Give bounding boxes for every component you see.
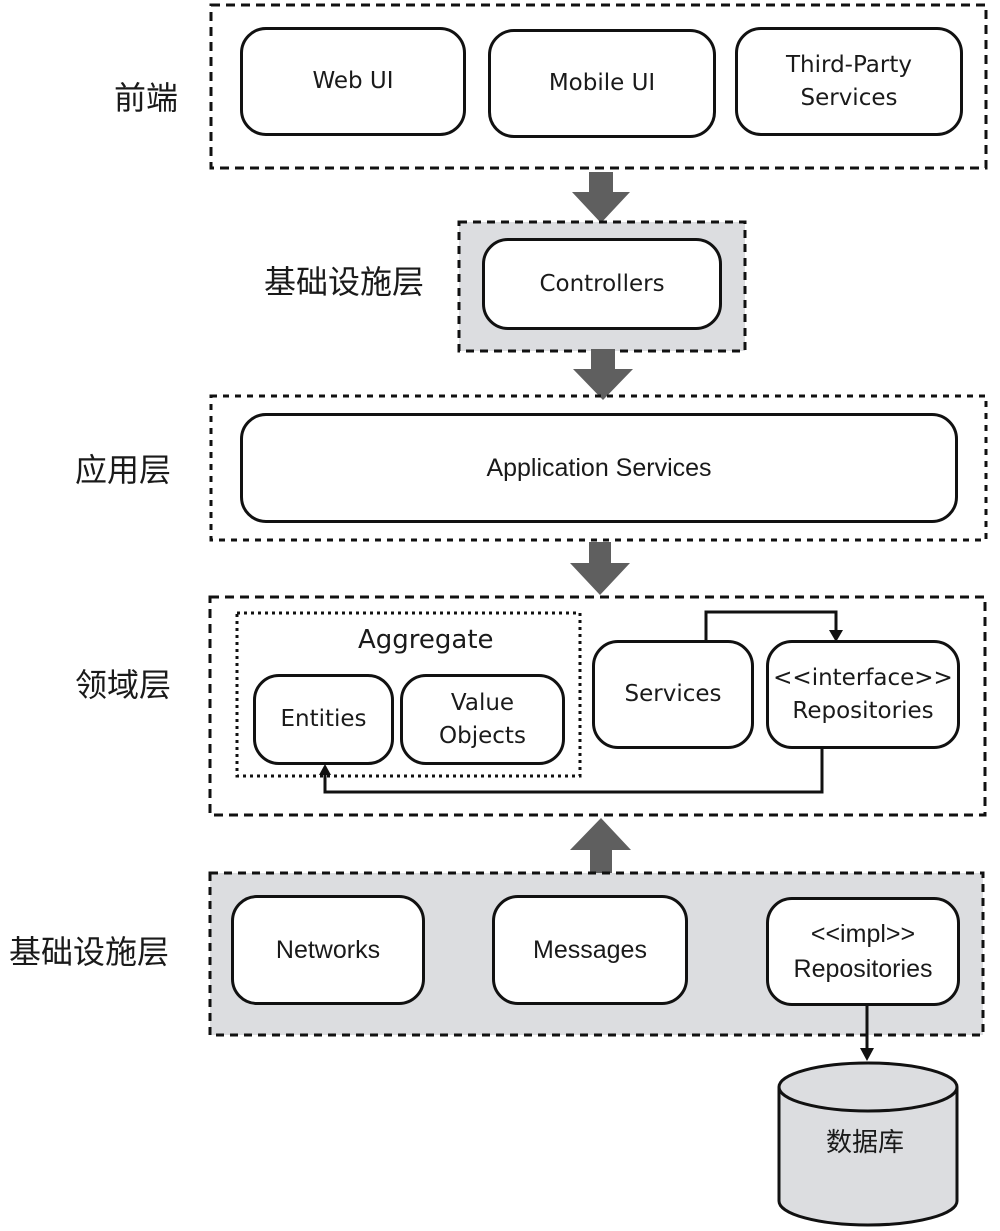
node-web-ui[interactable]: Web UI xyxy=(240,27,466,136)
node-networks[interactable]: Networks xyxy=(231,895,425,1005)
arrow-down-icon xyxy=(570,542,630,595)
node-domain-services[interactable]: Services xyxy=(592,640,754,749)
node-label: Networks xyxy=(275,935,381,964)
node-label-line-2: Repositories xyxy=(792,697,934,724)
node-label-line-2: Services xyxy=(800,84,898,111)
layer-label-frontend: 前端 xyxy=(114,79,179,117)
node-application-services[interactable]: Application Services xyxy=(240,413,958,523)
node-messages[interactable]: Messages xyxy=(492,895,688,1005)
database-label: 数据库 xyxy=(826,1128,905,1158)
arrow-down-icon xyxy=(572,172,630,223)
node-label: Mobile UI xyxy=(548,70,656,97)
arrow-down-icon xyxy=(573,349,633,400)
node-label: Web UI xyxy=(312,68,394,95)
arrowhead-icon xyxy=(319,764,331,775)
layer-label-domain: 领域层 xyxy=(75,666,172,704)
node-impl-repositories[interactable]: <<impl>> Repositories xyxy=(766,897,960,1006)
node-label: Services xyxy=(624,681,722,708)
architecture-diagram xyxy=(208,3,988,1227)
node-label-line-1: Third-Party xyxy=(786,52,912,79)
node-label-line-1: Value xyxy=(450,690,515,717)
node-interface-repositories[interactable]: <<interface>> Repositories xyxy=(766,640,960,749)
layer-label-infrastructure-top: 基础设施层 xyxy=(264,263,425,301)
node-label: Entities xyxy=(280,706,367,733)
repositories-to-entities-connector xyxy=(323,748,824,794)
node-label-line-1: <<impl>> xyxy=(810,919,916,948)
node-label: Controllers xyxy=(539,270,665,297)
arrowhead-icon xyxy=(860,1048,874,1061)
layer-label-infrastructure-bottom: 基础设施层 xyxy=(9,933,170,971)
node-label-line-1: <<interface>> xyxy=(773,665,953,692)
node-value-objects[interactable]: Value Objects xyxy=(400,674,565,765)
node-label: Messages xyxy=(533,935,647,964)
services-to-repositories-connector xyxy=(704,610,838,641)
node-label-line-2: Objects xyxy=(439,722,526,749)
node-controllers[interactable]: Controllers xyxy=(482,238,722,330)
aggregate-title: Aggregate xyxy=(358,625,494,655)
node-label-line-2: Repositories xyxy=(793,954,933,983)
node-third-party-services[interactable]: Third-Party Services xyxy=(735,27,963,136)
layer-label-application: 应用层 xyxy=(75,451,172,489)
node-mobile-ui[interactable]: Mobile UI xyxy=(488,29,716,138)
arrow-up-icon xyxy=(570,818,631,873)
node-entities[interactable]: Entities xyxy=(253,674,394,765)
node-label: Application Services xyxy=(486,453,712,482)
